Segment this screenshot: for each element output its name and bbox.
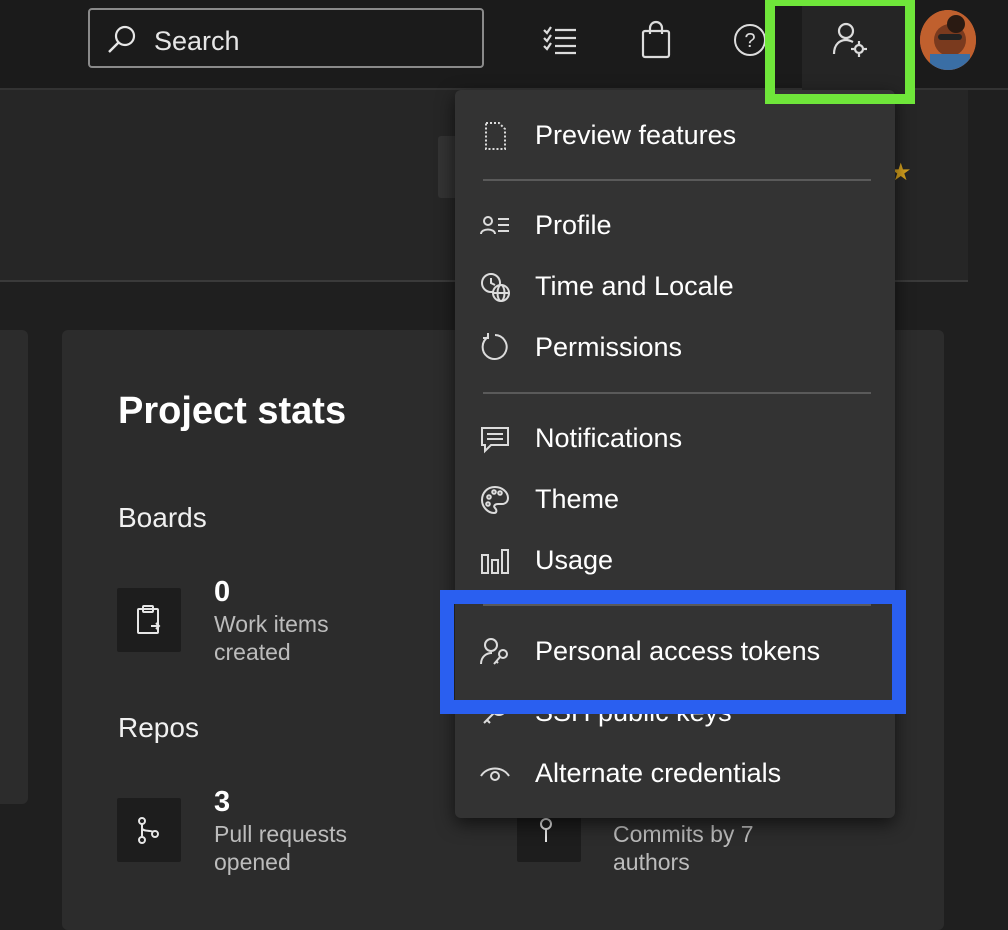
commits-label-2: authors <box>613 849 690 875</box>
menu-item-alternate-credentials[interactable]: Alternate credentials <box>455 746 895 802</box>
shopping-bag-icon[interactable] <box>636 20 676 60</box>
highlight-box-personal-access-tokens <box>440 590 906 714</box>
boards-label: Boards <box>118 502 207 533</box>
work-items-count: 0 <box>214 576 231 608</box>
search-icon <box>108 25 136 53</box>
commits-label-1: Commits by 7 <box>613 821 754 847</box>
clipboard-icon <box>137 605 161 634</box>
svg-text:?: ? <box>744 30 755 52</box>
checklist-icon[interactable] <box>540 20 580 60</box>
menu-item-label: Profile <box>535 210 612 240</box>
help-icon[interactable]: ? <box>730 20 770 60</box>
menu-item-label: Time and Locale <box>535 271 734 301</box>
menu-item-preview-features[interactable]: Preview features <box>455 108 895 164</box>
pull-requests-count: 3 <box>214 786 231 818</box>
menu-item-usage[interactable]: Usage <box>455 533 895 589</box>
work-items-label-1: Work items <box>214 611 329 637</box>
menu-item-label: Permissions <box>535 332 683 362</box>
avatar-image <box>920 10 976 70</box>
menu-item-notifications[interactable]: Notifications <box>455 411 895 467</box>
project-stats-title: Project stats <box>118 390 347 432</box>
highlight-box-user-settings <box>765 0 915 104</box>
preview-features-icon <box>485 122 506 150</box>
menu-item-profile[interactable]: Profile <box>455 198 895 254</box>
menu-item-time-and-locale[interactable]: Time and Locale <box>455 259 895 315</box>
eye-icon <box>480 767 510 781</box>
palette-icon <box>480 485 510 515</box>
menu-item-label: Notifications <box>535 423 683 453</box>
permissions-icon <box>481 333 508 360</box>
notifications-icon <box>481 427 509 454</box>
menu-item-permissions[interactable]: Permissions <box>455 320 895 376</box>
search-box[interactable]: Search <box>88 8 484 68</box>
avatar[interactable] <box>920 10 976 70</box>
menu-item-label: Theme <box>535 484 620 514</box>
pull-requests-label-1: Pull requests <box>214 821 347 847</box>
search-placeholder: Search <box>154 26 240 56</box>
menu-item-label: Usage <box>535 545 614 575</box>
profile-icon <box>480 216 509 235</box>
repos-label: Repos <box>118 712 199 743</box>
menu-item-label: Alternate credentials <box>535 758 782 788</box>
work-items-tile[interactable] <box>117 588 181 652</box>
usage-chart-icon <box>481 549 509 574</box>
commit-icon <box>540 818 552 842</box>
menu-separator <box>483 392 871 394</box>
menu-separator <box>483 179 871 181</box>
pull-requests-label-2: opened <box>214 849 291 875</box>
branch-icon <box>138 817 159 844</box>
work-items-label-2: created <box>214 639 291 665</box>
left-card <box>0 330 28 804</box>
menu-item-label: Preview features <box>535 120 737 150</box>
menu-item-theme[interactable]: Theme <box>455 472 895 528</box>
time-locale-icon <box>481 273 510 302</box>
pull-requests-tile[interactable] <box>117 798 181 862</box>
